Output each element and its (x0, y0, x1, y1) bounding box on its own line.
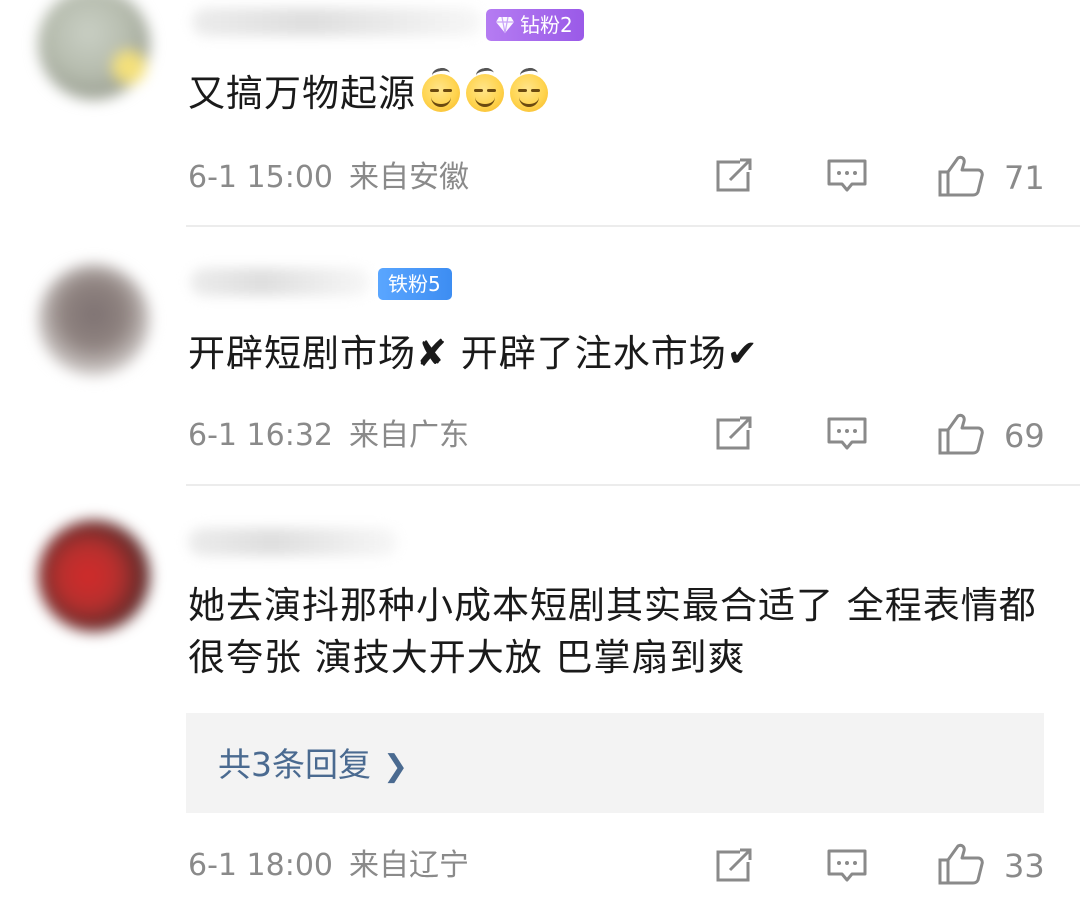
grin-sweat-emoji (466, 66, 504, 112)
avatar[interactable] (38, 520, 150, 632)
comment-location: 来自安徽 (349, 160, 469, 195)
badge-label: 钻粉2 (520, 13, 573, 37)
grin-sweat-emoji (510, 66, 548, 112)
comment-text: 又搞万物起源 (188, 66, 548, 120)
reply-icon[interactable] (826, 158, 868, 194)
chevron-right-icon: ❯ (383, 749, 409, 784)
thumbs-up-icon[interactable] (936, 154, 984, 198)
reply-icon[interactable] (826, 416, 868, 452)
comment-text: 开辟短剧市场✘ 开辟了注水市场✔ (188, 332, 759, 375)
comment-meta: 6-1 15:00 来自安徽 (188, 158, 469, 198)
like-count: 33 (1004, 847, 1045, 885)
comment-time: 6-1 18:00 (188, 848, 333, 883)
comment-time: 6-1 16:32 (188, 418, 333, 453)
badge-label: 铁粉5 (388, 272, 441, 296)
share-icon[interactable] (714, 158, 754, 194)
username-redacted[interactable] (188, 528, 398, 556)
fan-badge: 铁粉5 (378, 268, 452, 300)
comment-location: 来自广东 (349, 418, 469, 453)
replies-link-label: 共3条回复 (218, 745, 371, 784)
comment-list: 钻粉2 又搞万物起源 6-1 15:00 来自安徽 71 铁粉5 开辟短剧市场✘ … (0, 0, 1080, 918)
comment-meta: 6-1 16:32 来自广东 (188, 416, 469, 456)
avatar[interactable] (38, 264, 150, 376)
fan-badge: 钻粉2 (486, 9, 584, 41)
view-replies-link[interactable]: 共3条回复 ❯ (218, 743, 408, 789)
comment-item (0, 486, 1080, 918)
share-icon[interactable] (714, 848, 754, 884)
comment-text-content: 又搞万物起源 (188, 72, 416, 115)
thumbs-up-icon[interactable] (936, 842, 984, 886)
username-redacted[interactable] (192, 8, 482, 36)
username-redacted[interactable] (190, 268, 370, 296)
thumbs-up-icon[interactable] (936, 412, 984, 456)
grin-sweat-emoji (422, 66, 460, 112)
comment-location: 来自辽宁 (349, 848, 469, 883)
like-count: 71 (1004, 159, 1045, 197)
comment-meta: 6-1 18:00 来自辽宁 (188, 846, 469, 886)
comment-text: 她去演抖那种小成本短剧其实最合适了 全程表情都很夸张 演技大开大放 巴掌扇到爽 (188, 584, 1037, 679)
diamond-icon (496, 16, 514, 34)
comment-time: 6-1 15:00 (188, 160, 333, 195)
like-count: 69 (1004, 417, 1045, 455)
reply-icon[interactable] (826, 848, 868, 884)
share-icon[interactable] (714, 416, 754, 452)
replies-panel[interactable]: 共3条回复 ❯ (186, 713, 1044, 813)
